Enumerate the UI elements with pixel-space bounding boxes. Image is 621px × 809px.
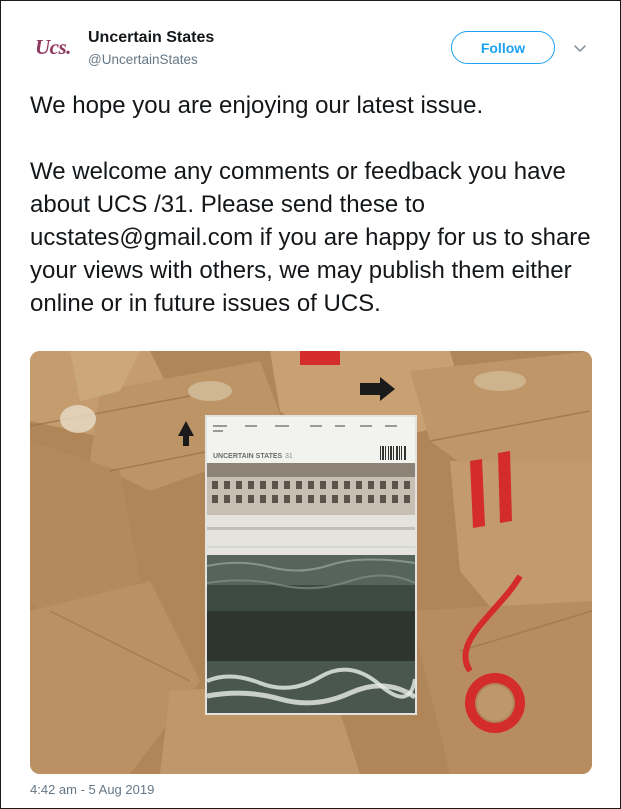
follow-button[interactable]: Follow — [451, 31, 555, 64]
tweet-paragraph: We hope you are enjoying our latest issu… — [30, 92, 484, 119]
display-name[interactable]: Uncertain States — [88, 29, 214, 47]
account-logo[interactable]: Ucs. — [35, 35, 71, 60]
tweet-card: Ucs. Uncertain States @UncertainStates F… — [0, 0, 621, 809]
newspaper-issue: 31 — [285, 453, 293, 460]
chevron-down-icon[interactable] — [571, 39, 589, 57]
tweet-header: Ucs. Uncertain States @UncertainStates F… — [1, 1, 620, 81]
tweet-photo[interactable]: UNCERTAIN STATES 31 — [30, 351, 592, 774]
photo-image: UNCERTAIN STATES 31 — [30, 351, 592, 774]
tweet-timestamp[interactable]: 4:42 am - 5 Aug 2019 — [30, 782, 154, 797]
newspaper-masthead: UNCERTAIN STATES — [213, 453, 283, 460]
tweet-text: We hope you are enjoying our latest issu… — [30, 89, 605, 320]
tweet-paragraph: We welcome any comments or feedback you … — [30, 158, 591, 317]
account-handle[interactable]: @UncertainStates — [88, 52, 198, 67]
